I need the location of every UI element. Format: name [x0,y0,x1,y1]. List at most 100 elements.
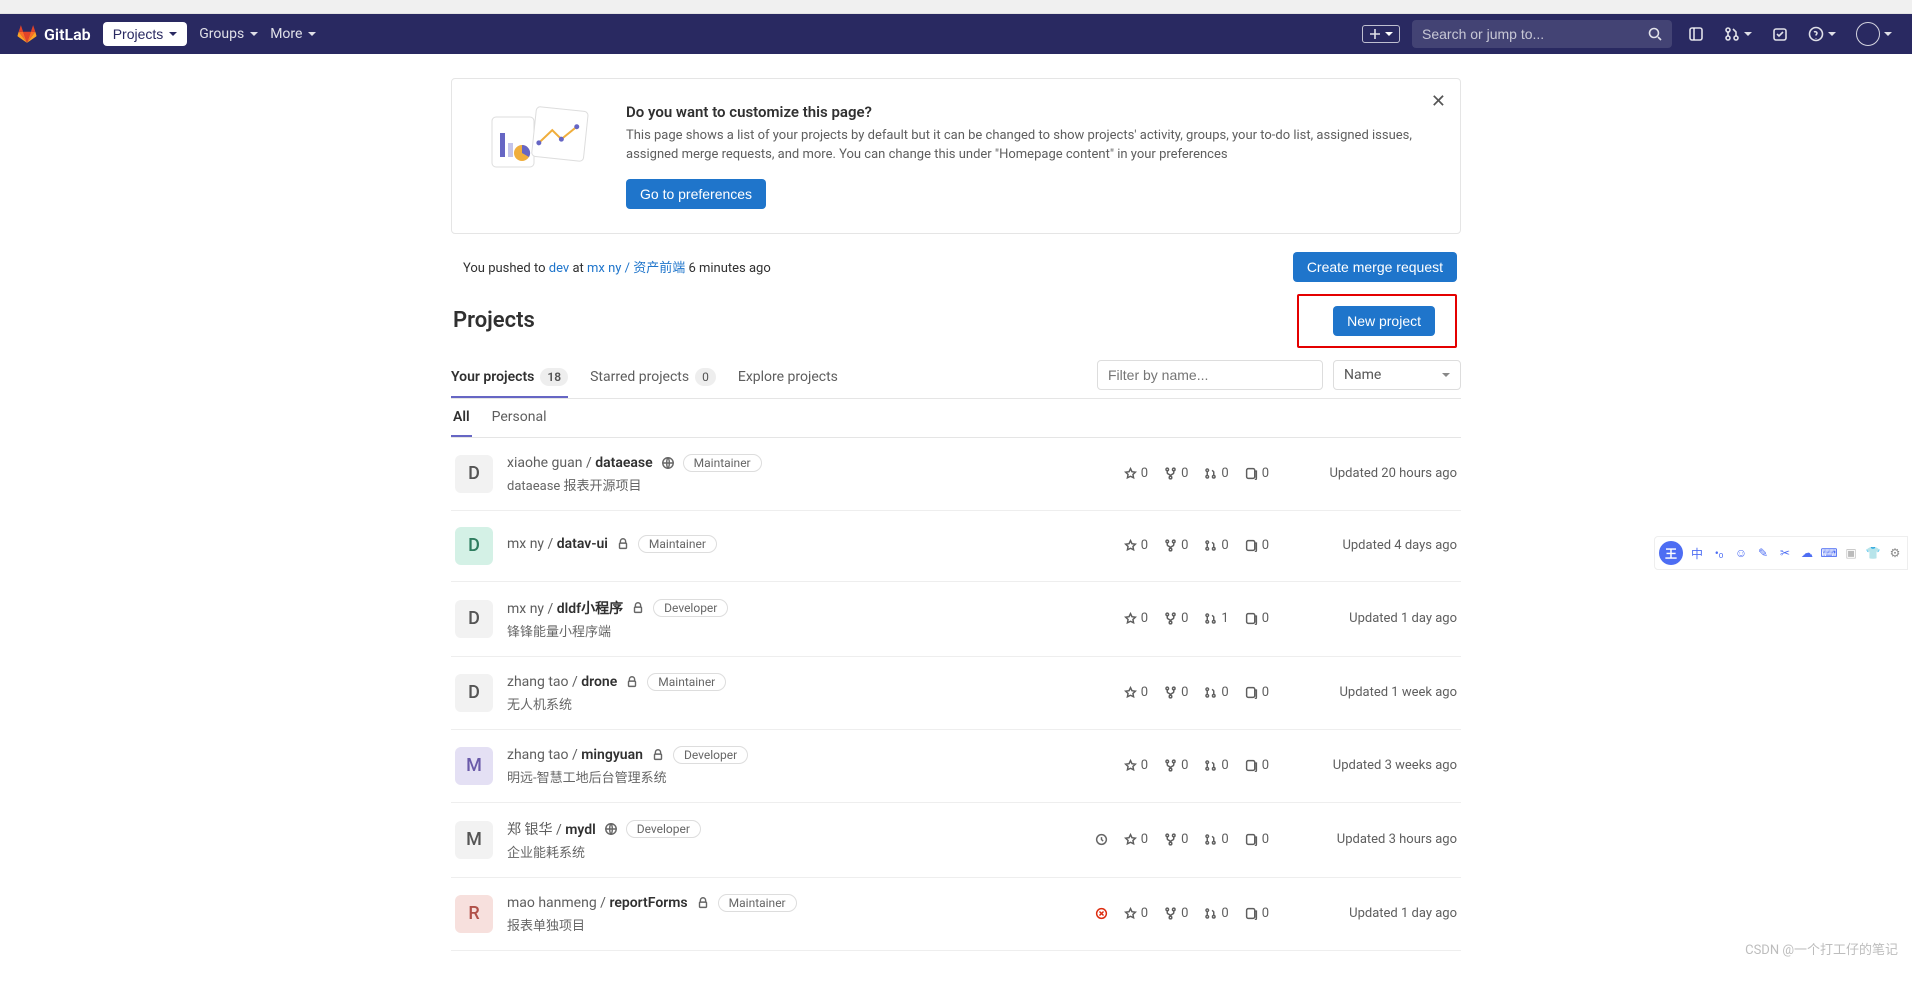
project-name[interactable]: mingyuan [581,747,643,763]
updated-time: Updated 1 day ago [1287,906,1457,921]
project-namespace: zhang tao / [507,674,581,690]
close-icon[interactable]: ✕ [1431,91,1446,112]
project-name[interactable]: datav-ui [557,536,608,552]
access-role-badge: Maintainer [647,673,726,691]
search-icon [1648,27,1662,41]
issues-stat[interactable]: 0 [1245,611,1269,626]
tanuki-icon [16,24,38,44]
stars-stat[interactable]: 0 [1124,758,1148,773]
forks-stat[interactable]: 0 [1164,466,1188,481]
project-row[interactable]: D mx ny / dldf小程序 Developer 锋锋能量小程序端 0 0… [451,582,1461,657]
tab-explore-projects[interactable]: Explore projects [738,358,838,398]
your-projects-count: 18 [540,368,568,386]
issues-stat[interactable]: 0 [1245,832,1269,847]
merge-requests-stat[interactable]: 0 [1204,758,1228,773]
float-gear-icon[interactable]: ⚙ [1887,545,1903,561]
issues-stat[interactable]: 0 [1245,758,1269,773]
project-row[interactable]: R mao hanmeng / reportForms Maintainer 报… [451,878,1461,951]
float-cut-icon[interactable]: ✂ [1777,545,1793,561]
forks-stat[interactable]: 0 [1164,832,1188,847]
user-menu[interactable] [1852,18,1896,50]
issues-stat[interactable]: 0 [1245,685,1269,700]
project-name[interactable]: dataease [595,455,652,471]
stars-stat[interactable]: 0 [1124,538,1148,553]
stars-stat[interactable]: 0 [1124,466,1148,481]
issues-stat[interactable]: 0 [1245,466,1269,481]
project-name[interactable]: dldf小程序 [557,601,623,617]
sort-dropdown[interactable]: Name [1333,360,1461,390]
float-keyboard-icon[interactable]: ⌨ [1821,545,1837,561]
project-stats: 0 0 0 0 [1124,758,1273,773]
project-name[interactable]: reportForms [609,895,687,911]
todos-icon[interactable] [1768,22,1792,46]
access-role-badge: Developer [653,599,728,617]
nav-projects-dropdown[interactable]: Projects [103,22,188,46]
float-smile-icon[interactable]: ☺ [1733,545,1749,561]
forks-stat[interactable]: 0 [1164,758,1188,773]
project-description: 企业能耗系统 [507,842,1081,861]
help-dropdown[interactable] [1804,22,1840,46]
project-row[interactable]: D zhang tao / drone Maintainer 无人机系统 0 0… [451,657,1461,730]
forks-stat[interactable]: 0 [1164,538,1188,553]
float-shirt-icon[interactable]: 👕 [1865,545,1881,561]
stars-stat[interactable]: 0 [1124,832,1148,847]
merge-requests-stat[interactable]: 0 [1204,832,1228,847]
merge-requests-stat[interactable]: 0 [1204,685,1228,700]
subtab-all[interactable]: All [451,399,472,437]
stars-stat[interactable]: 0 [1124,611,1148,626]
project-name[interactable]: drone [581,674,617,690]
merge-requests-stat[interactable]: 0 [1204,538,1228,553]
global-search[interactable] [1412,20,1672,48]
stars-stat[interactable]: 0 [1124,906,1148,921]
merge-requests-stat[interactable]: 0 [1204,906,1228,921]
project-avatar: M [455,747,493,785]
project-row[interactable]: M 郑 银华 / mydl Developer 企业能耗系统 0 0 0 0 U… [451,803,1461,878]
filter-by-name-input[interactable] [1097,360,1323,390]
project-row[interactable]: D mx ny / datav-ui Maintainer 0 0 0 0 Up… [451,511,1461,582]
forks-stat[interactable]: 0 [1164,906,1188,921]
tab-starred-projects[interactable]: Starred projects 0 [590,358,716,398]
nav-groups-dropdown[interactable]: Groups [199,26,258,42]
forks-stat[interactable]: 0 [1164,685,1188,700]
create-merge-request-button[interactable]: Create merge request [1293,252,1457,282]
stars-stat[interactable]: 0 [1124,685,1148,700]
go-to-preferences-button[interactable]: Go to preferences [626,179,766,209]
project-namespace: mao hanmeng / [507,895,609,911]
project-name[interactable]: mydl [565,822,596,838]
merge-requests-stat[interactable]: 0 [1204,466,1228,481]
projects-subtabs: All Personal [451,399,1461,438]
project-row[interactable]: M zhang tao / mingyuan Developer 明远-智慧工地… [451,730,1461,803]
float-cn-icon[interactable]: 中 [1689,545,1705,561]
gitlab-logo[interactable]: GitLab [16,24,91,44]
updated-time: Updated 1 week ago [1287,685,1457,700]
lock-icon [696,896,710,910]
float-logo-icon[interactable]: 王 [1659,541,1683,565]
subtab-personal[interactable]: Personal [490,399,549,437]
merge-requests-dropdown[interactable] [1720,22,1756,46]
search-input[interactable] [1422,26,1648,42]
chevron-down-icon [250,32,258,36]
watermark: CSDN @一个打工仔的笔记 [1745,939,1898,958]
nav-more-dropdown[interactable]: More [270,26,316,42]
issues-stat[interactable]: 0 [1245,906,1269,921]
project-stats: 0 0 0 0 [1124,466,1273,481]
float-wand-icon[interactable]: ✎ [1755,545,1771,561]
push-project-link[interactable]: mx ny / 资产前端 [587,261,685,276]
new-resource-dropdown[interactable] [1362,25,1400,43]
float-dot-icon[interactable]: •ₒ [1711,545,1727,561]
float-cloud-icon[interactable]: ☁ [1799,545,1815,561]
float-person-icon[interactable]: ▣ [1843,545,1859,561]
project-description: 无人机系统 [507,694,1110,713]
project-namespace: mx ny / [507,536,557,552]
issues-stat[interactable]: 0 [1245,538,1269,553]
merge-request-icon [1724,26,1740,42]
push-branch-link[interactable]: dev [549,261,569,276]
tab-your-projects[interactable]: Your projects 18 [451,358,568,398]
new-project-button[interactable]: New project [1333,306,1435,336]
merge-requests-stat[interactable]: 1 [1204,611,1228,626]
project-row[interactable]: D xiaohe guan / dataease Maintainer data… [451,438,1461,511]
forks-stat[interactable]: 0 [1164,611,1188,626]
lock-icon [631,601,645,615]
updated-time: Updated 3 hours ago [1287,832,1457,847]
issues-icon[interactable] [1684,22,1708,46]
